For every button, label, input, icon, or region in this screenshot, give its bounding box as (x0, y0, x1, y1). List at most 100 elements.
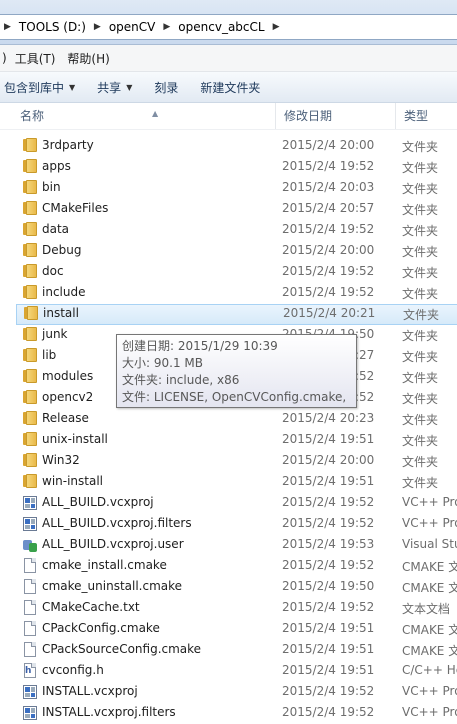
file-row[interactable]: cmake_install.cmake 2015/2/4 19:52 CMAKE 文 (0, 556, 457, 577)
burn-button[interactable]: 刻录 (143, 74, 189, 100)
tooltip-files: 文件: LICENSE, OpenCVConfig.cmake, ... (122, 390, 351, 404)
file-type: 文件夹 (403, 308, 440, 322)
include-in-library-button[interactable]: 包含到库中 ▼ (0, 74, 86, 100)
file-type: 文件夹 (402, 161, 439, 175)
file-icon (22, 579, 38, 595)
file-type: 文件夹 (402, 455, 439, 469)
file-date: 2015/2/4 19:51 (282, 432, 375, 446)
file-date: 2015/2/4 19:52 (282, 495, 375, 509)
file-date: 2015/2/4 20:23 (282, 411, 375, 425)
column-type[interactable]: 类型 (396, 103, 457, 129)
file-row[interactable]: Debug 2015/2/4 20:00 文件夹 (0, 241, 457, 262)
file-date: 2015/2/4 19:52 (282, 285, 375, 299)
file-name: ALL_BUILD.vcxproj (42, 495, 154, 509)
menu-tools[interactable]: 工具(T) (9, 50, 62, 67)
file-name: CPackConfig.cmake (42, 621, 160, 635)
file-type: C/C++ He (402, 663, 457, 677)
vs-user-icon (22, 537, 38, 553)
new-folder-button[interactable]: 新建文件夹 (189, 74, 271, 100)
command-bar: 包含到库中 ▼ 共享 ▼ 刻录 新建文件夹 (0, 72, 457, 103)
file-type: CMAKE 文 (402, 644, 457, 658)
sort-up-icon: ▲ (152, 109, 159, 118)
file-type: 文件夹 (402, 329, 439, 343)
file-date: 2015/2/4 19:52 (282, 159, 375, 173)
file-row[interactable]: doc 2015/2/4 19:52 文件夹 (0, 262, 457, 283)
file-name: ALL_BUILD.vcxproj.user (42, 537, 184, 551)
address-bar[interactable]: ▶ TOOLS (D:) ▶ openCV ▶ opencv_abcCL ▶ (0, 14, 457, 40)
file-name: 3rdparty (42, 138, 94, 152)
file-row[interactable]: ALL_BUILD.vcxproj 2015/2/4 19:52 VC++ Pro (0, 493, 457, 514)
file-date: 2015/2/4 19:52 (282, 222, 375, 236)
file-date: 2015/2/4 19:50 (282, 579, 375, 593)
menu-help[interactable]: 帮助(H) (61, 50, 115, 67)
breadcrumb-current[interactable]: opencv_abcCL (174, 16, 268, 38)
file-name: bin (42, 180, 61, 194)
file-row[interactable]: cmake_uninstall.cmake 2015/2/4 19:50 CMAKE… (0, 577, 457, 598)
file-row[interactable]: bin 2015/2/4 20:03 文件夹 (0, 178, 457, 199)
column-header: ▲ 名称 修改日期 类型 (0, 103, 457, 130)
file-name: Debug (42, 243, 82, 257)
file-name: modules (42, 369, 94, 383)
file-date: 2015/2/4 20:03 (282, 180, 375, 194)
file-type: 文件夹 (402, 287, 439, 301)
file-row[interactable]: 3rdparty 2015/2/4 20:00 文件夹 (0, 136, 457, 157)
file-type: 文件夹 (402, 140, 439, 154)
file-name: cmake_uninstall.cmake (42, 579, 183, 593)
file-name: CMakeFiles (42, 201, 109, 215)
file-row[interactable]: CPackSourceConfig.cmake 2015/2/4 19:51 CMA… (0, 640, 457, 661)
file-row[interactable]: apps 2015/2/4 19:52 文件夹 (0, 157, 457, 178)
column-name[interactable]: ▲ 名称 (12, 103, 276, 129)
breadcrumb-opencv[interactable]: openCV (105, 16, 160, 38)
file-row[interactable]: INSTALL.vcxproj 2015/2/4 19:52 VC++ Pro (0, 682, 457, 703)
file-type: 文件夹 (402, 434, 439, 448)
file-row[interactable]: unix-install 2015/2/4 19:51 文件夹 (0, 430, 457, 451)
tooltip-folders: 文件夹: include, x86 (122, 373, 240, 387)
file-row[interactable]: install 2015/2/4 20:21 文件夹 (16, 304, 457, 325)
file-row[interactable]: include 2015/2/4 19:52 文件夹 (0, 283, 457, 304)
breadcrumb-drive[interactable]: TOOLS (D:) (15, 16, 90, 38)
chevron-right-icon[interactable]: ▶ (269, 22, 284, 32)
file-name: cmake_install.cmake (42, 558, 167, 572)
file-date: 2015/2/4 19:51 (282, 663, 375, 677)
file-type: 文件夹 (402, 413, 439, 427)
folder-icon (22, 159, 38, 175)
column-date[interactable]: 修改日期 (276, 103, 396, 129)
file-type: 文件夹 (402, 245, 439, 259)
vcxproj-icon (22, 495, 38, 511)
address-bar-area: ▶ TOOLS (D:) ▶ openCV ▶ opencv_abcCL ▶ (0, 0, 457, 45)
file-name: include (42, 285, 86, 299)
file-row[interactable]: data 2015/2/4 19:52 文件夹 (0, 220, 457, 241)
share-button[interactable]: 共享 ▼ (86, 74, 143, 100)
file-type: 文件夹 (402, 224, 439, 238)
file-type: CMAKE 文 (402, 560, 457, 574)
file-date: 2015/2/4 19:52 (282, 684, 375, 698)
file-name: unix-install (42, 432, 108, 446)
file-row[interactable]: h cvconfig.h 2015/2/4 19:51 C/C++ He (0, 661, 457, 682)
file-row[interactable]: Release 2015/2/4 20:23 文件夹 (0, 409, 457, 430)
file-name: win-install (42, 474, 104, 488)
file-name: data (42, 222, 70, 236)
menu-edge: ) (2, 51, 7, 65)
chevron-right-icon[interactable]: ▶ (0, 22, 15, 32)
folder-icon (22, 390, 38, 406)
file-row[interactable]: CMakeFiles 2015/2/4 20:57 文件夹 (0, 199, 457, 220)
file-row[interactable]: INSTALL.vcxproj.filters 2015/2/4 19:52 VC+… (0, 703, 457, 724)
file-row[interactable]: ALL_BUILD.vcxproj.filters 2015/2/4 19:52 V… (0, 514, 457, 535)
folder-icon (22, 348, 38, 364)
file-row[interactable]: Win32 2015/2/4 20:00 文件夹 (0, 451, 457, 472)
file-row[interactable]: CMakeCache.txt 2015/2/4 19:52 文本文档 (0, 598, 457, 619)
folder-icon (22, 264, 38, 280)
file-date: 2015/2/4 20:00 (282, 243, 375, 257)
menu-bar: ) 工具(T) 帮助(H) (0, 45, 457, 72)
file-row[interactable]: win-install 2015/2/4 19:51 文件夹 (0, 472, 457, 493)
file-type: 文件夹 (402, 392, 439, 406)
chevron-right-icon[interactable]: ▶ (90, 22, 105, 32)
file-date: 2015/2/4 19:51 (282, 642, 375, 656)
folder-icon (22, 327, 38, 343)
file-date: 2015/2/4 19:51 (282, 621, 375, 635)
file-type: VC++ Pro (402, 684, 457, 698)
chevron-right-icon[interactable]: ▶ (159, 22, 174, 32)
file-row[interactable]: CPackConfig.cmake 2015/2/4 19:51 CMAKE 文 (0, 619, 457, 640)
file-type: 文件夹 (402, 350, 439, 364)
file-row[interactable]: ALL_BUILD.vcxproj.user 2015/2/4 19:53 Visu… (0, 535, 457, 556)
